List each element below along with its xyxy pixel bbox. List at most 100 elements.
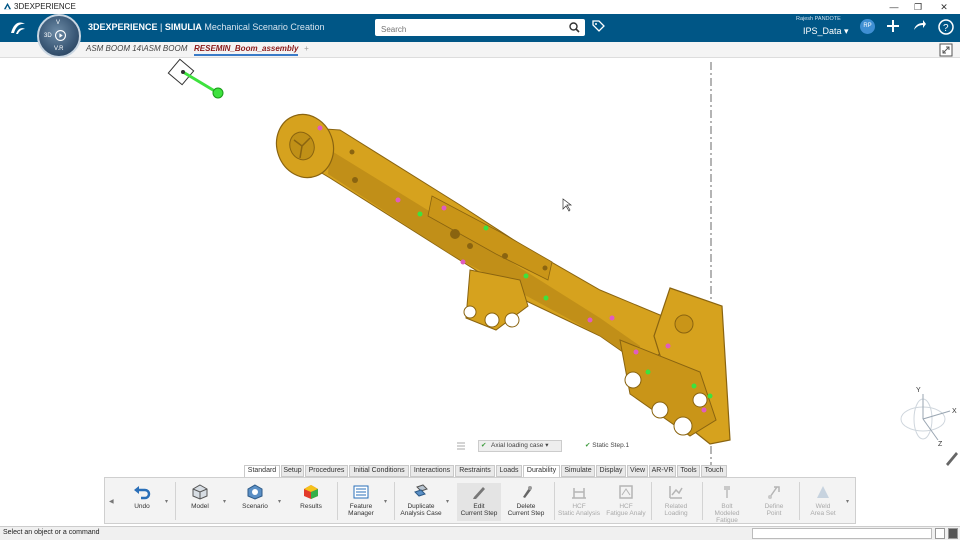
scenario-dropdown-icon[interactable]: ▾: [278, 498, 281, 505]
compass-widget[interactable]: V 3D V.R: [37, 14, 81, 58]
tab-tools[interactable]: Tools: [677, 465, 700, 477]
tag-icon[interactable]: [591, 19, 605, 33]
list-icon[interactable]: [455, 440, 467, 452]
pointer-icon[interactable]: [946, 452, 958, 466]
delete-current-step-button[interactable]: Delete Current Step: [504, 483, 548, 521]
compass-top-label: V: [56, 20, 61, 26]
ribbon-right-caret-icon[interactable]: ▾: [846, 498, 849, 505]
avatar[interactable]: RP: [860, 19, 875, 34]
feature-manager-dropdown-icon[interactable]: ▾: [384, 498, 387, 505]
search-input[interactable]: [375, 21, 555, 38]
feature-manager-button[interactable]: Feature Manager: [340, 483, 382, 521]
tenant-selector[interactable]: IPS_Data ▾: [803, 26, 849, 37]
close-button[interactable]: ✕: [932, 0, 956, 14]
bolt-label-line2: Modeled Fatigue: [714, 510, 740, 524]
status-bar: Select an object or a command: [0, 526, 960, 540]
related-loading-button[interactable]: Related Loading: [654, 483, 698, 521]
undo-dropdown-icon[interactable]: ▾: [165, 498, 168, 505]
robot-widget-icon[interactable]: [167, 58, 224, 99]
axis-y-label: Y: [916, 387, 921, 394]
undo-button[interactable]: Undo: [120, 483, 164, 521]
boom-assembly-model[interactable]: [268, 106, 731, 445]
delete-step-label-line1: Delete: [516, 503, 536, 510]
tab-restraints[interactable]: Restraints: [455, 465, 495, 477]
current-step-label: Static Step.1: [592, 442, 630, 449]
hcf-fatigue-analysis-button[interactable]: HCF Fatigue Analy: [603, 483, 649, 521]
tab-loads[interactable]: Loads: [496, 465, 522, 477]
view-compass-axes[interactable]: [900, 394, 951, 441]
weld-area-set-button[interactable]: Weld Area Set: [801, 483, 845, 521]
tab-standard[interactable]: Standard: [244, 465, 280, 477]
tab-ar-vr[interactable]: AR-VR: [649, 465, 676, 477]
spot-label-line2: Point: [766, 510, 782, 517]
status-toggle-button[interactable]: [935, 528, 945, 539]
duplicate-case-dropdown-icon[interactable]: ▾: [446, 498, 449, 505]
minimize-button[interactable]: —: [882, 0, 906, 14]
ribbon-left-caret-icon[interactable]: ◀: [109, 498, 114, 505]
window-titlebar: 3DEXPERIENCE — ❐ ✕: [0, 0, 960, 14]
duplicate-case-icon: [414, 484, 428, 497]
ribbon-separator: [175, 482, 176, 520]
edit-step-label-line1: Edit: [473, 503, 485, 510]
duplicate-case-label-line2: Analysis Case: [400, 510, 442, 517]
results-button[interactable]: Results: [289, 483, 333, 521]
restore-button[interactable]: ❐: [906, 0, 930, 14]
model-canvas[interactable]: Y X Z: [0, 58, 960, 526]
tab-view[interactable]: View: [627, 465, 648, 477]
app-logo-icon: [3, 2, 12, 10]
axis-z-label: Z: [938, 441, 943, 448]
brand-separator: |: [157, 22, 165, 32]
bolt-label-line1: Bolt: [721, 503, 733, 510]
tab-simulate[interactable]: Simulate: [561, 465, 595, 477]
edit-current-step-button[interactable]: Edit Current Step: [457, 483, 501, 521]
feature-manager-icon: [353, 485, 369, 499]
tab-resemin-boom-assembly[interactable]: RESEMIN_Boom_assembly: [194, 44, 299, 56]
brand-product: 3DEXPERIENCE: [88, 22, 158, 32]
tab-procedures[interactable]: Procedures: [305, 465, 348, 477]
duplicate-analysis-case-button[interactable]: Duplicate Analysis Case: [396, 483, 446, 521]
status-options-button[interactable]: [948, 528, 958, 539]
bolt-modeled-fatigue-button[interactable]: Bolt Modeled Fatigue: [703, 483, 751, 524]
ds-logo-icon[interactable]: [8, 18, 28, 38]
mouse-cursor-icon: [562, 198, 573, 212]
command-input[interactable]: [752, 528, 932, 539]
search-icon[interactable]: [569, 22, 580, 33]
tab-setup[interactable]: Setup: [281, 465, 304, 477]
model-button[interactable]: Model: [178, 483, 222, 521]
define-point-button[interactable]: Define Point: [752, 483, 796, 521]
analysis-case-selector[interactable]: ✔ Axial loading case ▾: [478, 440, 562, 452]
user-name[interactable]: Rajesh PANDOTE: [796, 16, 841, 22]
delete-step-icon: [523, 486, 532, 498]
tab-touch[interactable]: Touch: [701, 465, 727, 477]
edit-step-label-line2: Current Step: [460, 510, 498, 517]
spot-label-line1: Define: [764, 503, 784, 510]
tab-initial-conditions[interactable]: Initial Conditions: [349, 465, 409, 477]
scenario-button[interactable]: Scenario: [233, 483, 277, 521]
weld-label-line1: Weld: [815, 503, 831, 510]
action-bar: ◀ Undo ▾ Model ▾ Scenario ▾ Results Feat…: [104, 477, 856, 524]
hcf-static-analysis-button[interactable]: HCF Static Analysis: [556, 483, 602, 521]
status-message: Select an object or a command: [3, 529, 100, 536]
duplicate-case-label-line1: Duplicate: [407, 503, 435, 510]
weld-icon: [817, 486, 829, 498]
ribbon-separator: [554, 482, 555, 520]
play-icon[interactable]: [55, 30, 66, 41]
current-step[interactable]: ✔ Static Step.1: [585, 440, 629, 452]
step-check-icon: ✔: [585, 442, 591, 449]
weld-label-line2: Area Set: [810, 510, 836, 517]
add-tab-button[interactable]: +: [304, 44, 309, 53]
tab-asm-boom[interactable]: ASM BOOM 14\ASM BOOM: [86, 44, 187, 53]
maximize-viewer-icon[interactable]: [939, 43, 953, 57]
add-icon[interactable]: [885, 18, 901, 34]
model-dropdown-icon[interactable]: ▾: [223, 498, 226, 505]
share-icon[interactable]: [911, 18, 927, 34]
tab-durability[interactable]: Durability: [523, 465, 560, 477]
app-name: Mechanical Scenario Creation: [204, 22, 325, 32]
window-title: 3DEXPERIENCE: [14, 2, 76, 11]
tab-display[interactable]: Display: [596, 465, 626, 477]
search-box: [375, 19, 585, 38]
tab-interactions[interactable]: Interactions: [410, 465, 454, 477]
help-icon[interactable]: ?: [937, 18, 955, 36]
3d-viewport[interactable]: Y X Z: [0, 58, 960, 526]
hcf-static-label-line2: Static Analysis: [558, 510, 600, 517]
